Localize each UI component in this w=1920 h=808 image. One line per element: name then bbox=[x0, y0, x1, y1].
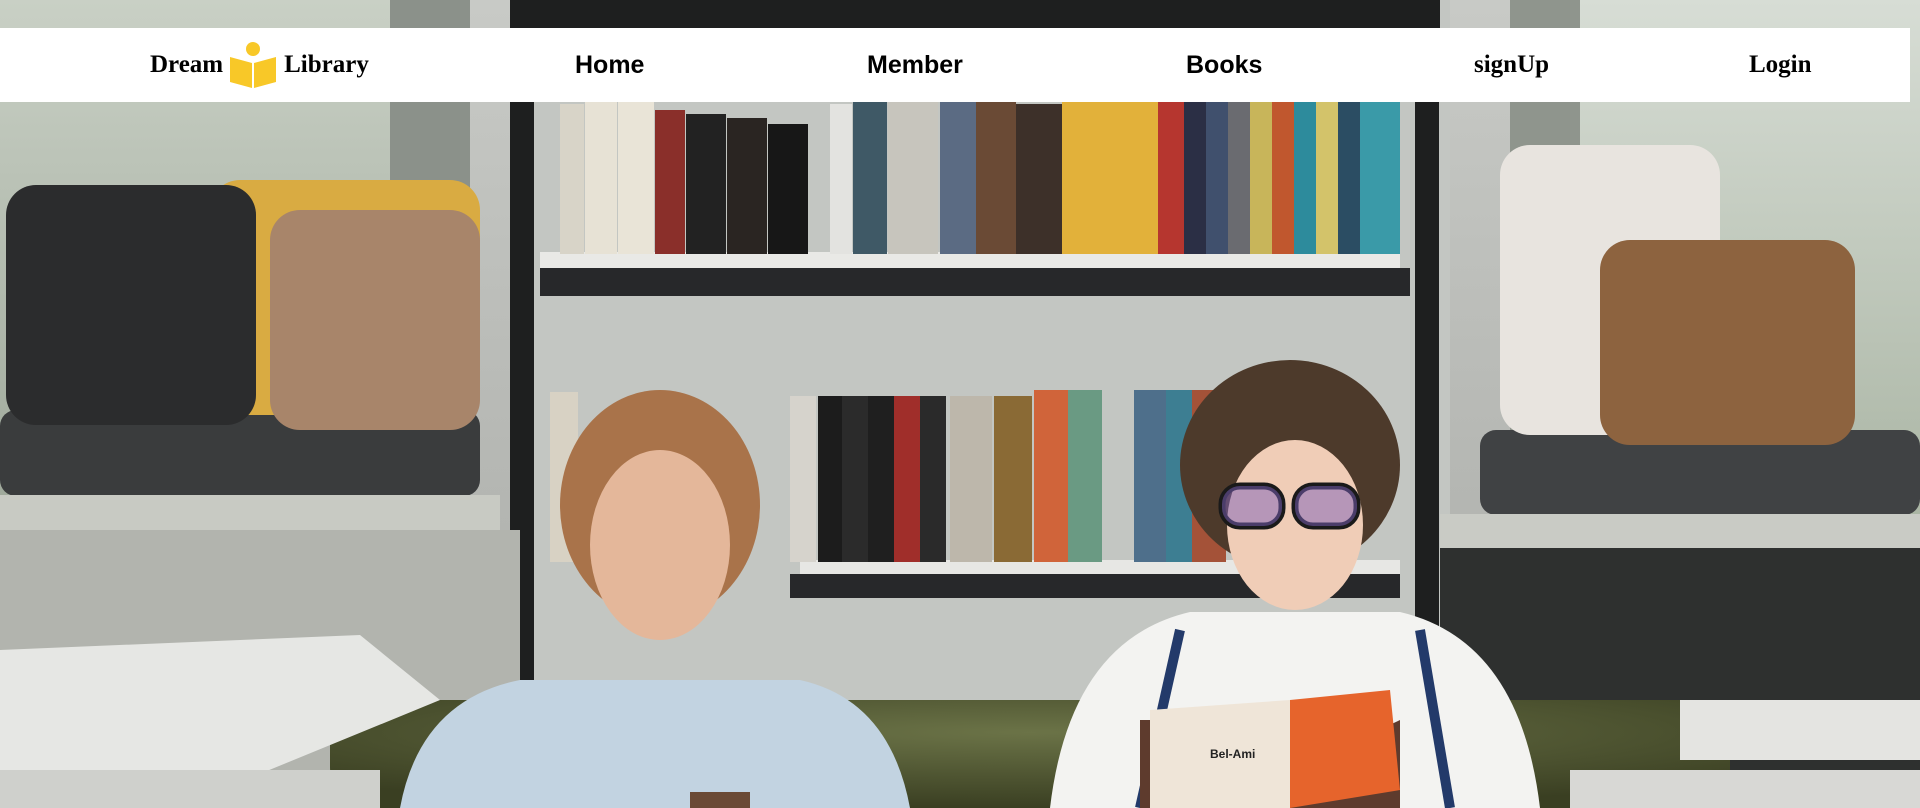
top-shelf-books bbox=[560, 96, 1400, 254]
top-navbar: Dream Library Home Member Books signUp L… bbox=[0, 28, 1910, 102]
brand-word-dream: Dream bbox=[150, 51, 224, 78]
nav-home-link[interactable]: Home bbox=[575, 28, 644, 102]
foreground-books-left bbox=[0, 635, 440, 808]
nav-login-link[interactable]: Login bbox=[1749, 28, 1812, 102]
reading-person-icon bbox=[228, 40, 278, 90]
nav-member-link[interactable]: Member bbox=[867, 28, 963, 102]
nav-signup-link[interactable]: signUp bbox=[1474, 28, 1549, 102]
hero-photo: Bel-Ami bbox=[0, 0, 1920, 808]
nav-books-link[interactable]: Books bbox=[1186, 28, 1262, 102]
brand-word-library: Library bbox=[284, 51, 369, 78]
book-title-bel-ami: Bel-Ami bbox=[1210, 747, 1255, 761]
brand-logo-link[interactable]: Dream Library bbox=[150, 28, 369, 102]
hero-banner: Bel-Ami bbox=[0, 0, 1920, 808]
